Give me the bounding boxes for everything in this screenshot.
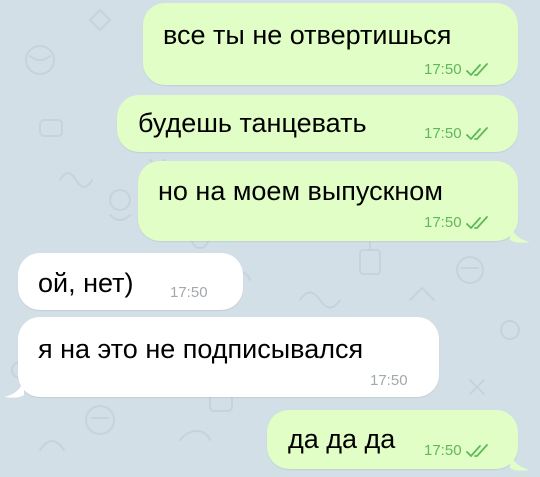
message-meta: 17:50 <box>424 442 492 459</box>
double-check-read-icon <box>465 215 488 229</box>
message-time: 17:50 <box>424 214 462 231</box>
message-meta: 17:50 <box>424 61 492 78</box>
message-time: 17:50 <box>424 61 462 78</box>
bubble-tail <box>510 450 530 471</box>
double-check-read-icon <box>465 126 488 140</box>
bubble-tail <box>4 377 24 398</box>
message-time: 17:50 <box>424 442 462 459</box>
bubble-tail <box>510 222 530 243</box>
chat-view[interactable]: все ты не отвертишься 17:50 будешь танце… <box>0 0 540 477</box>
message-text: я на это не подписывался <box>38 334 364 364</box>
message-text: но на моем выпускном <box>158 176 443 206</box>
message-time: 17:50 <box>370 372 408 389</box>
message-text: да да да <box>288 424 396 454</box>
message-text: будешь танцевать <box>138 108 367 138</box>
message-meta: 17:50 <box>424 125 492 142</box>
message-meta: 17:50 <box>170 284 208 301</box>
message-meta: 17:50 <box>370 372 408 389</box>
message-text: все ты не отвертишься <box>163 20 452 50</box>
double-check-read-icon <box>465 443 488 457</box>
double-check-read-icon <box>465 62 488 76</box>
message-time: 17:50 <box>424 125 462 142</box>
message-meta: 17:50 <box>424 214 492 231</box>
message-text: ой, нет) <box>38 268 134 298</box>
message-time: 17:50 <box>170 284 208 301</box>
